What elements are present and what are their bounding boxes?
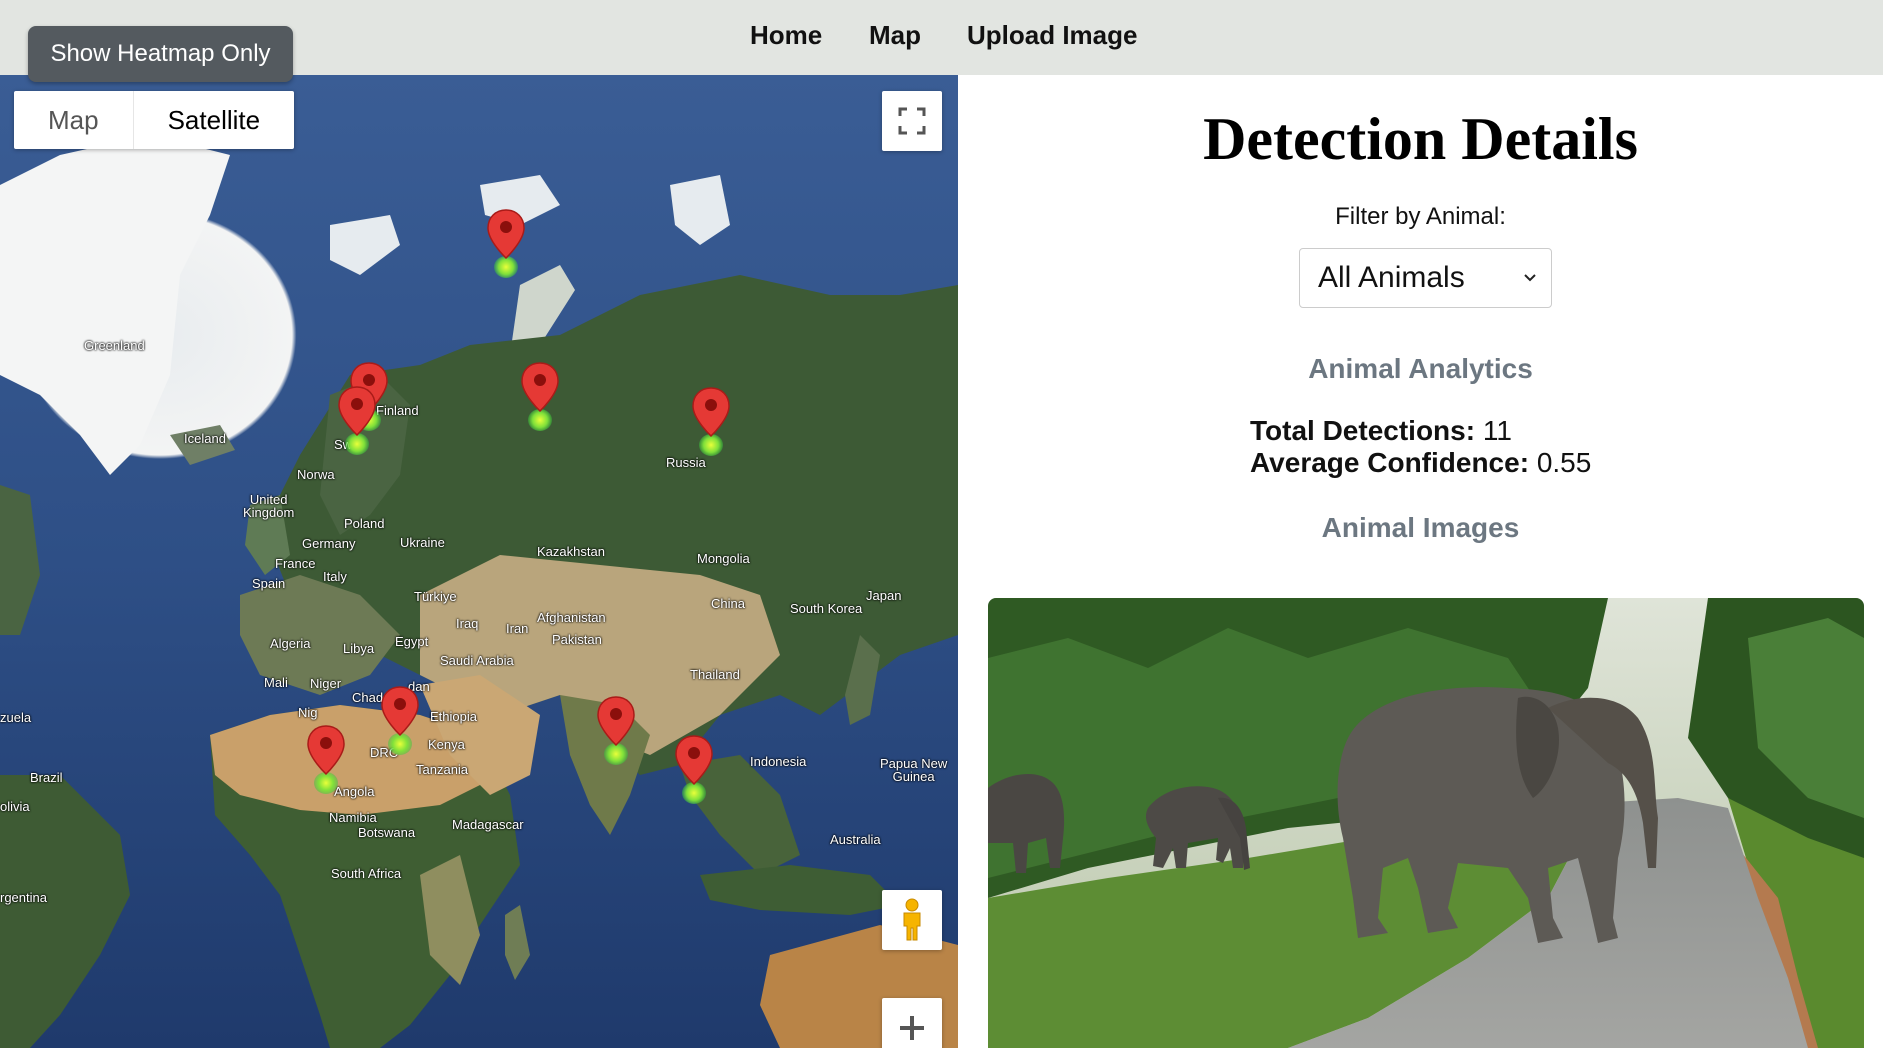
filter-label: Filter by Animal: [1335, 203, 1506, 230]
label-bolivia: olivia [0, 799, 30, 814]
label-afghanistan: Afghanistan [537, 610, 606, 625]
nav-upload-link[interactable]: Upload Image [967, 18, 1137, 52]
label-australia: Australia [830, 832, 881, 847]
label-botswana: Botswana [358, 825, 416, 840]
label-namibia: Namibia [329, 810, 377, 825]
label-japan: Japan [866, 588, 902, 603]
zoom-in-button[interactable] [882, 998, 942, 1048]
map-type-control: Map Satellite [14, 91, 295, 149]
fullscreen-button[interactable] [882, 91, 942, 151]
map-type-map-button[interactable]: Map [14, 91, 133, 149]
detection-marker[interactable] [520, 361, 560, 431]
label-madagascar: Madagascar [452, 817, 524, 832]
label-saudi-arabia: Saudi Arabia [440, 653, 514, 668]
label-spain: Spain [252, 576, 286, 591]
detection-marker[interactable] [306, 724, 346, 794]
label-libya: Libya [343, 641, 375, 656]
average-confidence-stat: Average Confidence: 0.55 [1250, 447, 1591, 479]
label-south-korea: South Korea [790, 601, 863, 616]
label-ukraine: Ukraine [400, 535, 445, 550]
street-view-button[interactable] [882, 890, 942, 950]
label-algeria: Algeria [270, 636, 311, 651]
pegman-icon [903, 898, 921, 941]
label-tanzania: Tanzania [416, 762, 469, 777]
total-detections-value: 11 [1482, 415, 1512, 446]
map-terrain [0, 135, 958, 1048]
label-turkiye: Türkiye [414, 589, 457, 604]
chevron-down-icon [1523, 249, 1537, 330]
detection-marker[interactable] [337, 385, 377, 455]
world-map[interactable]: Greenland Iceland Finland Sw Norwa Unite… [0, 75, 958, 1048]
nav-home-link[interactable]: Home [750, 18, 822, 52]
label-papua-new-guinea: Papua New Guinea [880, 756, 948, 784]
animal-filter-value: All Animals [1318, 261, 1465, 294]
label-united-kingdom: United Kingdom [243, 492, 295, 520]
detection-marker[interactable] [674, 734, 714, 804]
map-type-satellite-button[interactable]: Satellite [132, 91, 295, 149]
label-kenya: Kenya [428, 737, 465, 752]
label-thailand: Thailand [690, 667, 740, 682]
label-argentina: rgentina [0, 890, 47, 905]
label-indonesia: Indonesia [750, 754, 807, 769]
label-italy: Italy [323, 569, 347, 584]
label-norway: Norwa [297, 467, 335, 482]
plus-icon [900, 1016, 924, 1040]
label-france: France [275, 556, 316, 571]
detection-marker[interactable] [691, 386, 731, 456]
fullscreen-icon [898, 107, 926, 135]
detection-marker[interactable] [486, 208, 526, 278]
page-title: Detection Details [1203, 106, 1638, 172]
label-greenland: Greenland [84, 338, 145, 353]
label-iran: Iran [506, 621, 529, 636]
label-south-africa: South Africa [331, 866, 402, 881]
label-chad: Chad [352, 690, 384, 705]
app-root: Home Map Upload Image Show Heatmap Only [0, 0, 1883, 1048]
average-confidence-value: 0.55 [1536, 447, 1592, 478]
label-ethiopia: Ethiopia [430, 709, 477, 724]
label-russia: Russia [666, 455, 706, 470]
label-nigeria: Nig [298, 705, 318, 720]
total-detections-stat: Total Detections: 11 [1250, 415, 1512, 447]
label-germany: Germany [302, 536, 356, 551]
elephant-photo [988, 598, 1864, 1048]
label-china: China [711, 596, 745, 611]
label-iceland: Iceland [184, 431, 226, 446]
total-detections-label: Total Detections: [1250, 415, 1476, 446]
label-iraq: Iraq [456, 616, 479, 631]
nav-map-link[interactable]: Map [869, 18, 921, 52]
detection-marker[interactable] [380, 685, 420, 755]
label-pakistan: Pakistan [552, 632, 602, 647]
label-brazil: Brazil [30, 770, 63, 785]
label-poland: Poland [344, 516, 385, 531]
images-heading: Animal Images [1321, 512, 1520, 543]
average-confidence-label: Average Confidence: [1250, 447, 1530, 478]
analytics-heading: Animal Analytics [1308, 353, 1533, 384]
animal-image[interactable] [988, 598, 1864, 1048]
show-heatmap-button[interactable]: Show Heatmap Only [28, 26, 293, 82]
label-kazakhstan: Kazakhstan [537, 544, 605, 559]
label-mongolia: Mongolia [697, 551, 750, 566]
animal-filter-select[interactable]: All Animals [1299, 248, 1552, 308]
label-venezuela: zuela [0, 710, 32, 725]
label-egypt: Egypt [395, 634, 429, 649]
detection-details-panel: Detection Details Filter by Animal: All … [958, 75, 1883, 1048]
label-niger: Niger [310, 676, 342, 691]
label-mali: Mali [264, 675, 288, 690]
detection-marker[interactable] [596, 695, 636, 765]
